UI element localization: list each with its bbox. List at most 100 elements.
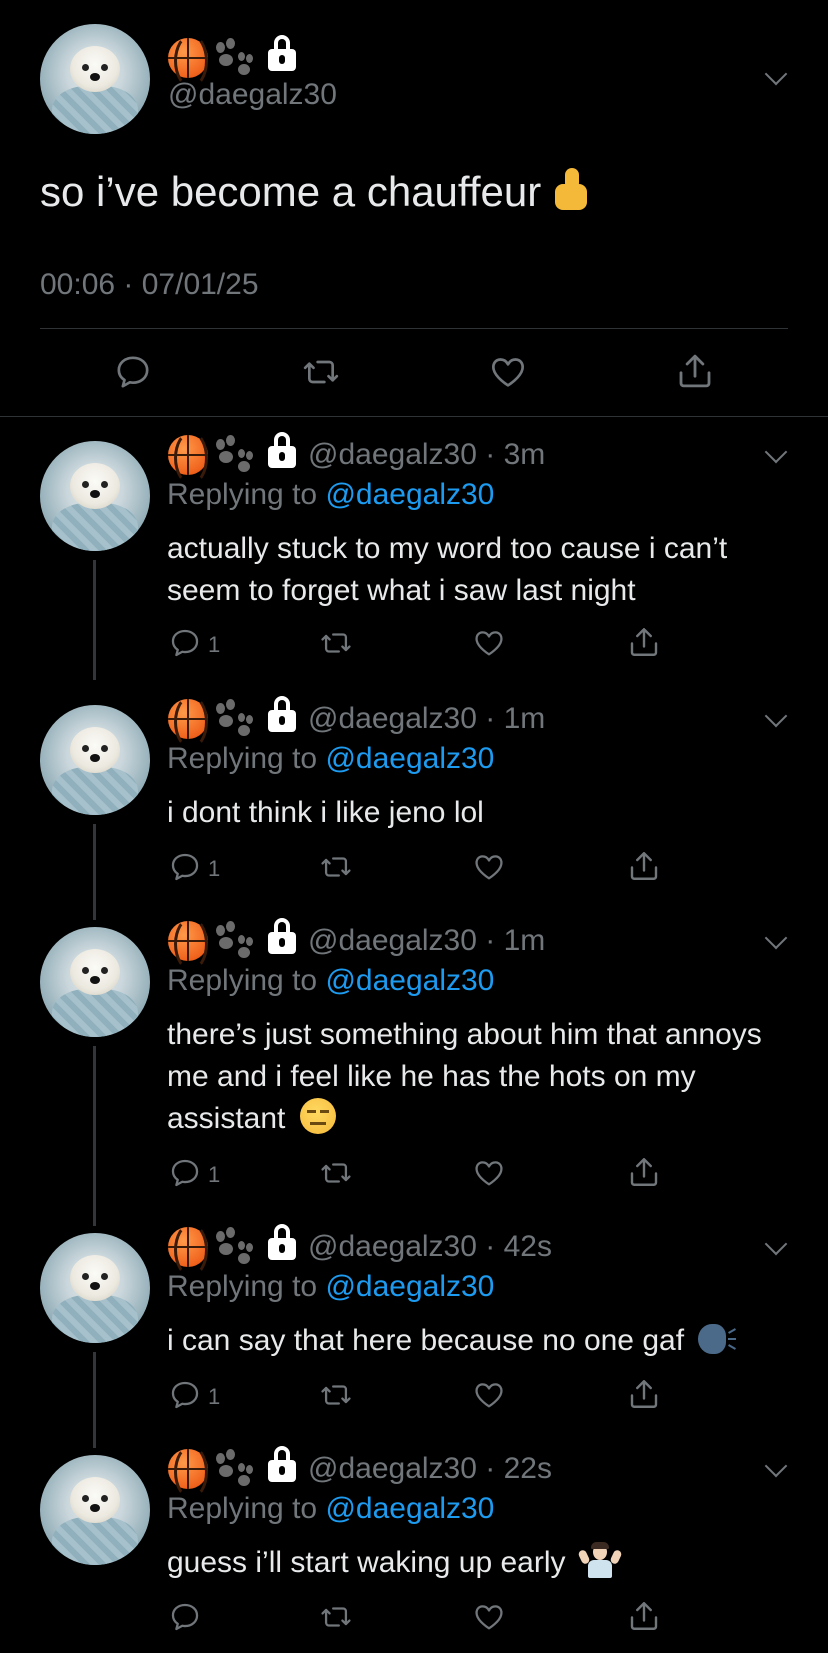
paw-prints-icon xyxy=(214,1449,254,1489)
reply-handle-time[interactable]: @daegalz30 · 1m xyxy=(308,924,545,958)
mention-link[interactable]: @daegalz30 xyxy=(325,1270,494,1303)
reply-icon[interactable] xyxy=(168,626,202,660)
reply-handle-time[interactable]: @daegalz30 · 42s xyxy=(308,1230,552,1264)
share-icon[interactable] xyxy=(626,1376,662,1412)
reply-text-content: i can say that here because no one gaf xyxy=(167,1324,685,1357)
mention-link[interactable]: @daegalz30 xyxy=(325,1492,494,1525)
share-icon[interactable] xyxy=(626,1598,662,1634)
like-icon[interactable] xyxy=(472,1156,506,1190)
retweet-icon[interactable] xyxy=(300,352,342,392)
divider xyxy=(0,416,828,417)
lock-icon xyxy=(268,1224,296,1260)
tweet-timestamp[interactable]: 00:06 · 07/01/25 xyxy=(40,268,259,302)
speaking-head-icon xyxy=(698,1322,738,1356)
avatar[interactable] xyxy=(40,1233,150,1343)
basketball-icon xyxy=(168,1223,208,1277)
chevron-down-icon[interactable] xyxy=(764,440,788,464)
replying-to: Replying to @daegalz30 xyxy=(167,478,494,512)
thread-line xyxy=(93,1046,96,1226)
reply-handle-time[interactable]: @daegalz30 · 22s xyxy=(308,1452,552,1486)
lock-icon xyxy=(268,35,296,71)
retweet-icon[interactable] xyxy=(318,1600,354,1634)
reply-icon[interactable] xyxy=(168,1600,202,1634)
reply-header: @daegalz30 · 22s xyxy=(168,1445,552,1499)
reply-icon[interactable] xyxy=(168,850,202,884)
like-icon[interactable] xyxy=(472,626,506,660)
reply-count: 1 xyxy=(208,632,221,657)
reply-handle-time[interactable]: @daegalz30 · 1m xyxy=(308,702,545,736)
reply-text: i can say that here because no one gaf xyxy=(167,1320,797,1362)
thread-line xyxy=(93,560,96,680)
basketball-icon xyxy=(168,695,208,749)
replying-prefix: Replying to xyxy=(167,964,326,997)
retweet-icon[interactable] xyxy=(318,850,354,884)
lock-icon xyxy=(268,432,296,468)
paw-prints-icon xyxy=(214,921,254,961)
retweet-icon[interactable] xyxy=(318,1156,354,1190)
reply-text: i dont think i like jeno lol xyxy=(167,796,484,829)
divider xyxy=(40,328,788,329)
avatar[interactable] xyxy=(40,1455,150,1565)
like-icon[interactable] xyxy=(472,1600,506,1634)
reply-icon[interactable] xyxy=(168,1156,202,1190)
avatar[interactable] xyxy=(40,705,150,815)
thread-line xyxy=(93,1352,96,1448)
mention-link[interactable]: @daegalz30 xyxy=(325,742,494,775)
chevron-down-icon[interactable] xyxy=(764,62,788,86)
reply-header: @daegalz30 · 1m xyxy=(168,917,545,971)
author-handle[interactable]: @daegalz30 xyxy=(168,78,337,112)
display-name-emoji xyxy=(168,34,296,88)
reply-icon[interactable] xyxy=(113,352,153,392)
reply-text-content: guess i’ll start waking up early xyxy=(167,1546,566,1579)
share-icon[interactable] xyxy=(626,848,662,884)
basketball-icon xyxy=(168,917,208,971)
lock-icon xyxy=(268,696,296,732)
reply-header: @daegalz30 · 3m xyxy=(168,431,545,485)
mention-link[interactable]: @daegalz30 xyxy=(325,478,494,511)
like-icon[interactable] xyxy=(488,352,528,392)
basketball-icon xyxy=(168,431,208,485)
tweet-text: so i’ve become a chauffeur xyxy=(40,168,591,216)
lock-icon xyxy=(268,1446,296,1482)
chevron-down-icon[interactable] xyxy=(764,926,788,950)
reply-text: guess i’ll start waking up early xyxy=(167,1542,797,1584)
reply-text: actually stuck to my word too cause i ca… xyxy=(167,532,728,607)
lock-icon xyxy=(268,918,296,954)
person-shrugging-icon xyxy=(577,1542,623,1578)
retweet-icon[interactable] xyxy=(318,1378,354,1412)
share-icon[interactable] xyxy=(626,1154,662,1190)
chevron-down-icon[interactable] xyxy=(764,1454,788,1478)
chevron-down-icon[interactable] xyxy=(764,704,788,728)
replying-to: Replying to @daegalz30 xyxy=(167,1270,494,1304)
reply-count: 1 xyxy=(208,1384,221,1409)
reply-header: @daegalz30 · 1m xyxy=(168,695,545,749)
paw-prints-icon xyxy=(214,38,254,78)
paw-prints-icon xyxy=(214,1227,254,1267)
reply-text: there’s just something about him that an… xyxy=(167,1014,767,1140)
avatar[interactable] xyxy=(40,24,150,134)
share-icon[interactable] xyxy=(674,350,716,392)
replying-to: Replying to @daegalz30 xyxy=(167,964,494,998)
replying-to: Replying to @daegalz30 xyxy=(167,742,494,776)
like-icon[interactable] xyxy=(472,1378,506,1412)
retweet-icon[interactable] xyxy=(318,626,354,660)
reply-count: 1 xyxy=(208,1162,221,1187)
like-icon[interactable] xyxy=(472,850,506,884)
paw-prints-icon xyxy=(214,435,254,475)
replying-prefix: Replying to xyxy=(167,478,326,511)
share-icon[interactable] xyxy=(626,624,662,660)
reply-handle-time[interactable]: @daegalz30 · 3m xyxy=(308,438,545,472)
reply-icon[interactable] xyxy=(168,1378,202,1412)
replying-prefix: Replying to xyxy=(167,1270,326,1303)
reply-text-content: there’s just something about him that an… xyxy=(167,1018,762,1135)
mention-link[interactable]: @daegalz30 xyxy=(325,964,494,997)
avatar[interactable] xyxy=(40,927,150,1037)
reply-count: 1 xyxy=(208,856,221,881)
replying-prefix: Replying to xyxy=(167,1492,326,1525)
paw-prints-icon xyxy=(214,699,254,739)
avatar[interactable] xyxy=(40,441,150,551)
tweet-text-content: so i’ve become a chauffeur xyxy=(40,168,542,215)
chevron-down-icon[interactable] xyxy=(764,1232,788,1256)
thumbs-up-icon xyxy=(551,168,591,212)
thread-line xyxy=(93,824,96,920)
